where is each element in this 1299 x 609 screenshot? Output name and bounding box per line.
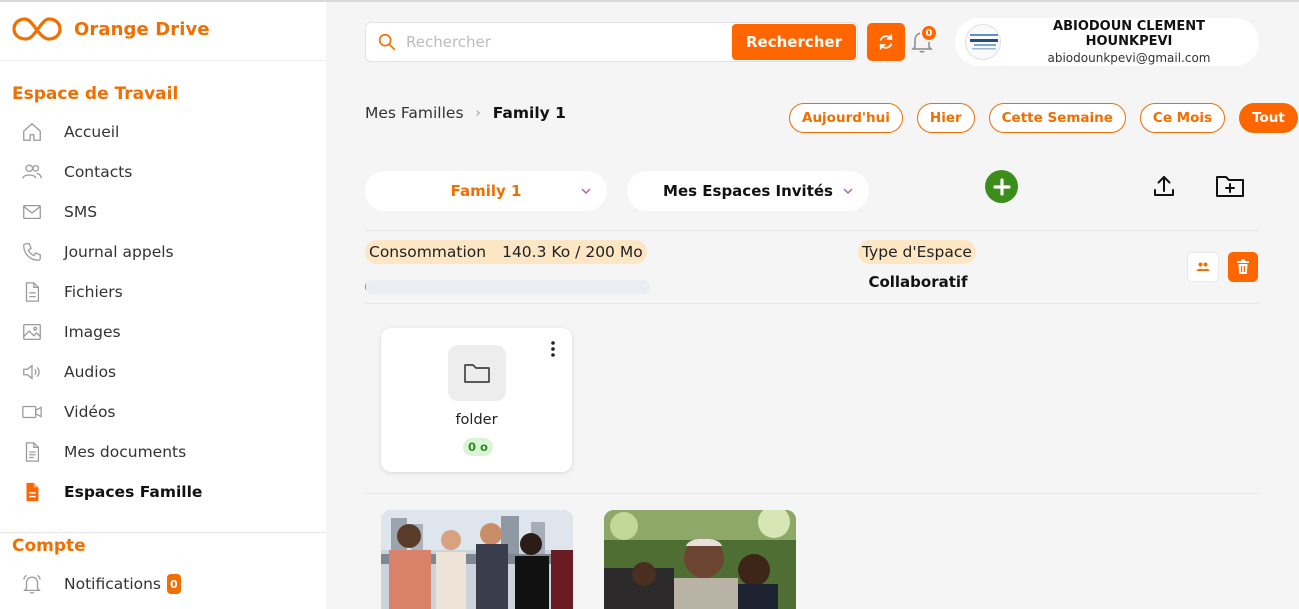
user-profile-card[interactable]: ABIODOUN CLEMENT HOUNKPEVI abiodounkpevi… [955, 18, 1259, 66]
sidebar-item-label: Accueil [64, 123, 120, 141]
sidebar-item-label: Images [64, 323, 121, 341]
app-title: Orange Drive [74, 18, 210, 40]
group-photo-image [381, 510, 573, 609]
workspace-section-title: Espace de Travail [12, 84, 179, 104]
refresh-button[interactable] [867, 23, 905, 61]
orange-drive-logo-icon [12, 17, 62, 41]
user-info: ABIODOUN CLEMENT HOUNKPEVI abiodounkpevi… [1013, 19, 1245, 65]
sidebar-item-label: Mes documents [64, 443, 187, 461]
breadcrumb: Mes Familles › Family 1 [365, 104, 566, 122]
folder-thumbnail [448, 345, 506, 401]
invited-spaces-select-value: Mes Espaces Invités [663, 182, 833, 200]
app-logo[interactable]: Orange Drive [12, 14, 210, 44]
divider [0, 60, 326, 61]
sidebar-item-label: Vidéos [64, 403, 116, 421]
search-bar: Rechercher [365, 22, 858, 62]
members-button[interactable] [1187, 252, 1219, 282]
storage-progress-bar [365, 280, 650, 294]
sidebar-item-images[interactable]: Images [0, 312, 326, 352]
avatar [965, 24, 1001, 60]
consumption-label: Consommation 140.3 Ko / 200 Mo [365, 240, 647, 264]
document-icon [20, 441, 44, 463]
sidebar-item-label: Journal appels [64, 243, 174, 261]
folder-size-badge: 0 o [463, 438, 493, 456]
video-icon [20, 401, 44, 423]
divider [0, 532, 326, 533]
breadcrumb-parent-link[interactable]: Mes Familles [365, 104, 464, 122]
divider [365, 303, 1259, 304]
speaker-icon [20, 361, 44, 383]
more-options-icon[interactable] [548, 340, 558, 358]
user-email: abiodounkpevi@gmail.com [1047, 51, 1211, 65]
invited-spaces-select[interactable]: Mes Espaces Invités [627, 171, 869, 211]
sidebar-item-journal-appels[interactable]: Journal appels [0, 232, 326, 272]
breadcrumb-current: Family 1 [492, 104, 566, 122]
plus-icon [992, 177, 1011, 196]
family-select-value: Family 1 [450, 182, 522, 200]
sidebar-item-contacts[interactable]: Contacts [0, 152, 326, 192]
refresh-icon [879, 34, 893, 50]
sidebar-item-espaces-famille[interactable]: Espaces Famille [0, 472, 326, 512]
sidebar-item-label: Contacts [64, 163, 133, 181]
sidebar: Orange Drive Espace de Travail Accueil C… [0, 2, 326, 609]
workspace-nav: Accueil Contacts SMS Journal appels Fich… [0, 112, 326, 512]
trash-icon [1237, 259, 1249, 274]
user-name: ABIODOUN CLEMENT HOUNKPEVI [1053, 19, 1205, 49]
search-button[interactable]: Rechercher [732, 24, 856, 60]
bell-icon [20, 573, 44, 595]
divider [365, 493, 1259, 494]
sidebar-item-label: Notifications [64, 575, 162, 593]
notification-badge: 0 [920, 24, 938, 42]
add-button[interactable] [985, 170, 1018, 203]
sidebar-item-label: Fichiers [64, 283, 123, 301]
sidebar-item-label: Espaces Famille [64, 483, 203, 501]
consumption-title: Consommation [369, 243, 487, 261]
space-type-label: Type d'Espace [858, 240, 976, 264]
photo-thumbnail[interactable] [604, 510, 796, 609]
group-icon [1196, 262, 1210, 271]
date-filters: Aujourd'hui Hier Cette Semaine Ce Mois T… [789, 103, 1298, 133]
mail-icon [20, 201, 44, 223]
sidebar-item-fichiers[interactable]: Fichiers [0, 272, 326, 312]
image-icon [20, 321, 44, 343]
delete-button[interactable] [1228, 252, 1258, 282]
family-space-icon [20, 481, 44, 503]
filter-yesterday[interactable]: Hier [916, 103, 975, 133]
filter-this-month[interactable]: Ce Mois [1139, 103, 1226, 133]
sidebar-item-mes-documents[interactable]: Mes documents [0, 432, 326, 472]
sidebar-item-audios[interactable]: Audios [0, 352, 326, 392]
file-icon [20, 281, 44, 303]
search-input[interactable] [406, 33, 726, 51]
folder-card[interactable]: folder 0 o [381, 328, 572, 472]
family-photo-image [604, 510, 796, 609]
photo-thumbnail[interactable] [381, 510, 573, 609]
sidebar-item-sms[interactable]: SMS [0, 192, 326, 232]
family-select[interactable]: Family 1 [365, 171, 607, 211]
upload-icon[interactable] [1150, 172, 1178, 200]
divider [365, 230, 1259, 231]
phone-icon [20, 241, 44, 263]
sidebar-item-label: Audios [64, 363, 117, 381]
search-icon [378, 33, 396, 51]
chevron-right-icon: › [475, 105, 481, 121]
folder-name: folder [455, 412, 498, 428]
notification-count-badge: 0 [167, 574, 181, 594]
new-folder-icon[interactable] [1214, 172, 1246, 200]
sidebar-item-videos[interactable]: Vidéos [0, 392, 326, 432]
filter-this-week[interactable]: Cette Semaine [988, 103, 1126, 133]
consumption-value: 140.3 Ko / 200 Mo [502, 243, 643, 261]
chevron-down-icon [843, 188, 853, 194]
filter-today[interactable]: Aujourd'hui [789, 103, 903, 133]
space-type-value: Collaboratif [868, 273, 968, 291]
account-nav: Notifications 0 [0, 564, 326, 604]
sidebar-item-label: SMS [64, 203, 98, 221]
folder-icon [464, 364, 490, 383]
sidebar-item-accueil[interactable]: Accueil [0, 112, 326, 152]
account-section-title: Compte [12, 536, 86, 556]
filter-all[interactable]: Tout [1239, 103, 1298, 133]
sidebar-item-notifications[interactable]: Notifications 0 [0, 564, 326, 604]
chevron-down-icon [581, 188, 591, 194]
home-icon [20, 121, 44, 143]
contacts-icon [20, 161, 44, 183]
